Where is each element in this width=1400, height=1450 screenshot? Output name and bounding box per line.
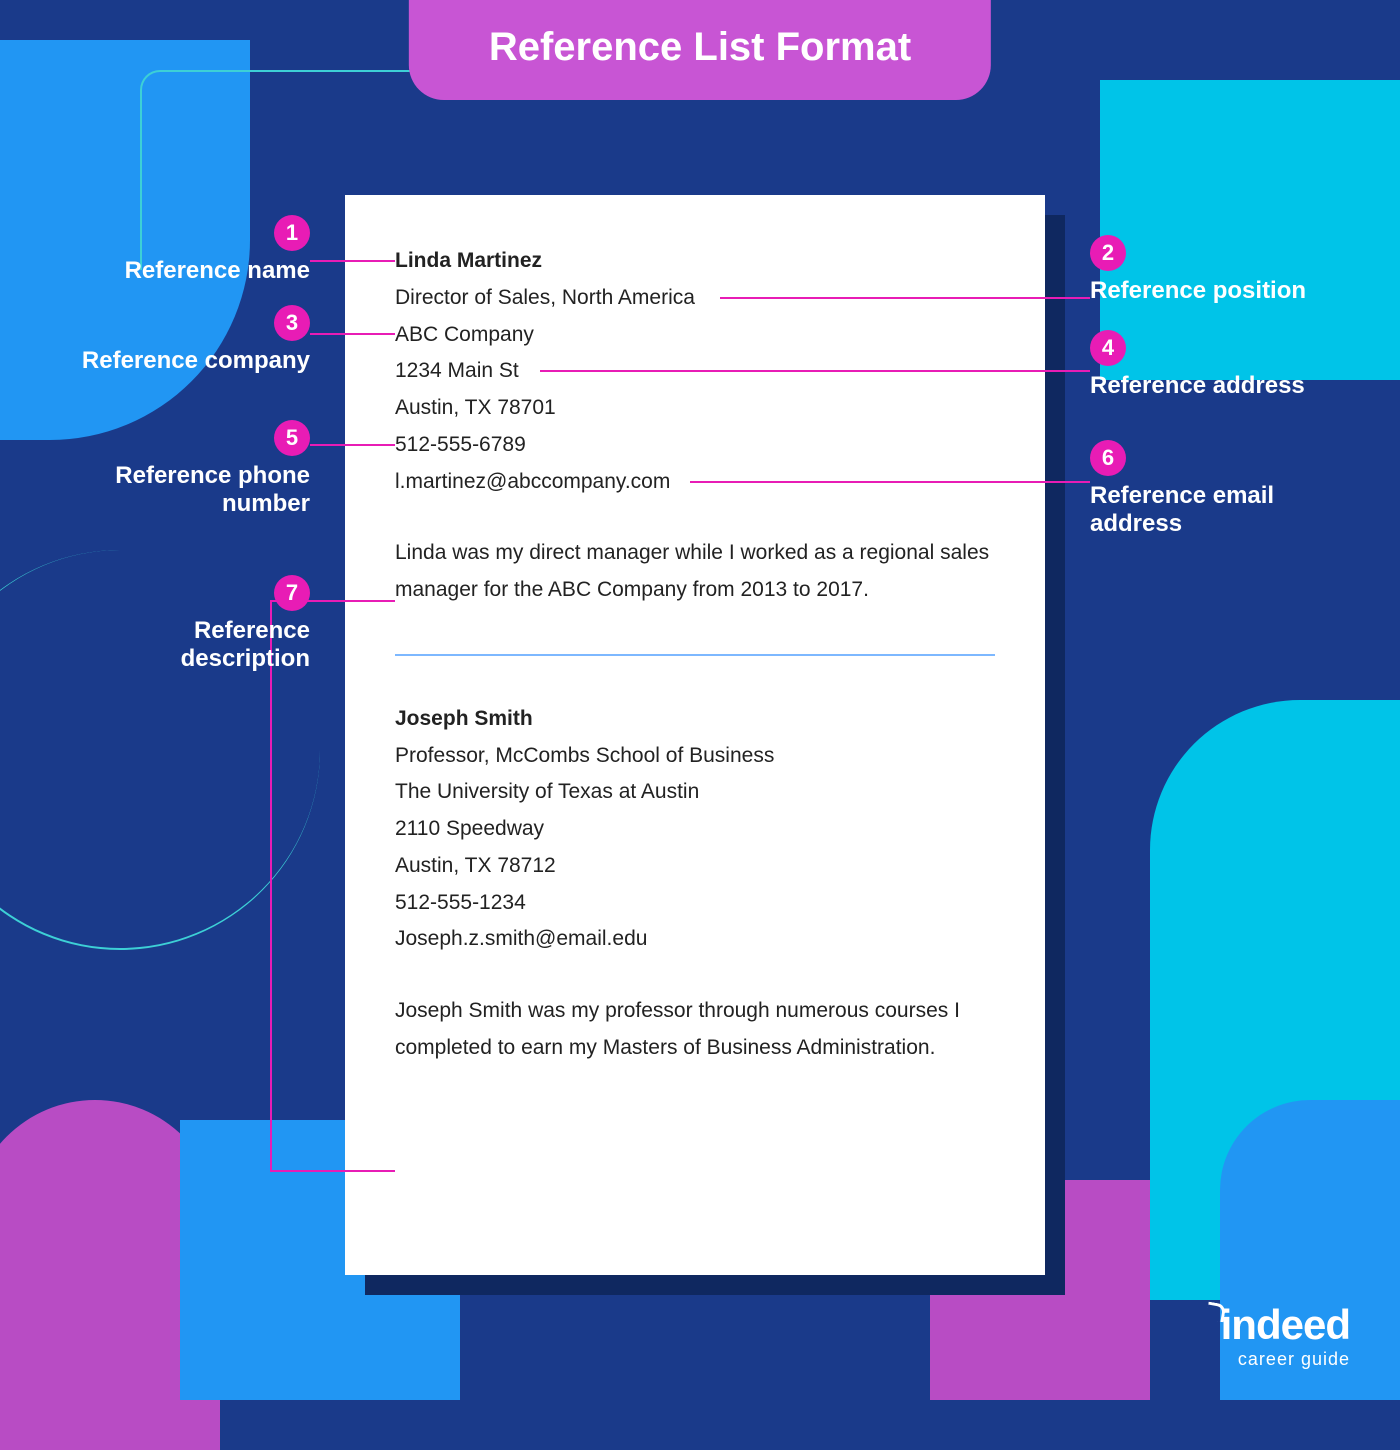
badge-2: 2 [1090,235,1126,271]
connector-line [540,370,1090,372]
callout-reference-phone: 5 Reference phone number [60,420,310,518]
badge-7: 7 [274,575,310,611]
connector-line [690,481,1090,483]
callout-label: Reference phone number [60,462,310,518]
ref2-phone: 512-555-1234 [395,885,995,922]
ref2-company: The University of Texas at Austin [395,774,995,811]
callout-label: Reference address [1090,372,1340,400]
ref1-company: ABC Company [395,317,995,354]
title-banner: Reference List Format [409,0,991,100]
ref1-description: Linda was my direct manager while I work… [395,535,995,609]
connector-line [310,333,395,335]
callout-label: Reference company [60,347,310,375]
ref2-description: Joseph Smith was my professor through nu… [395,993,995,1067]
badge-4: 4 [1090,330,1126,366]
ref2-position: Professor, McCombs School of Business [395,738,995,775]
callout-label: Reference position [1090,277,1340,305]
callout-reference-address: 4 Reference address [1090,330,1340,400]
reference-document: Linda Martinez Director of Sales, North … [345,195,1045,1275]
connector-line [270,1170,395,1172]
ref2-name: Joseph Smith [395,701,995,738]
ref1-phone: 512-555-6789 [395,427,995,464]
connector-line [720,297,1090,299]
callout-label: Reference description [60,617,310,673]
callout-reference-name: 1 Reference name [60,215,310,285]
ref2-email: Joseph.z.smith@email.edu [395,921,995,958]
badge-5: 5 [274,420,310,456]
indeed-logo: indeed career guide [1207,1301,1350,1370]
connector-line [270,600,272,1170]
divider [395,654,995,656]
callout-reference-description: 7 Reference description [60,575,310,673]
callout-reference-email: 6 Reference email address [1090,440,1340,538]
logo-brand: indeed [1207,1301,1350,1349]
badge-6: 6 [1090,440,1126,476]
logo-subtitle: career guide [1207,1349,1350,1370]
badge-3: 3 [274,305,310,341]
ref2-address1: 2110 Speedway [395,811,995,848]
ref2-address2: Austin, TX 78712 [395,848,995,885]
callout-label: Reference name [60,257,310,285]
connector-line [310,444,395,446]
callout-reference-company: 3 Reference company [60,305,310,375]
ref1-address2: Austin, TX 78701 [395,390,995,427]
callout-label: Reference email address [1090,482,1340,538]
connector-line [310,260,395,262]
logo-brand-text: indeed [1221,1301,1350,1348]
ref1-name: Linda Martinez [395,243,995,280]
badge-1: 1 [274,215,310,251]
callout-reference-position: 2 Reference position [1090,235,1340,305]
